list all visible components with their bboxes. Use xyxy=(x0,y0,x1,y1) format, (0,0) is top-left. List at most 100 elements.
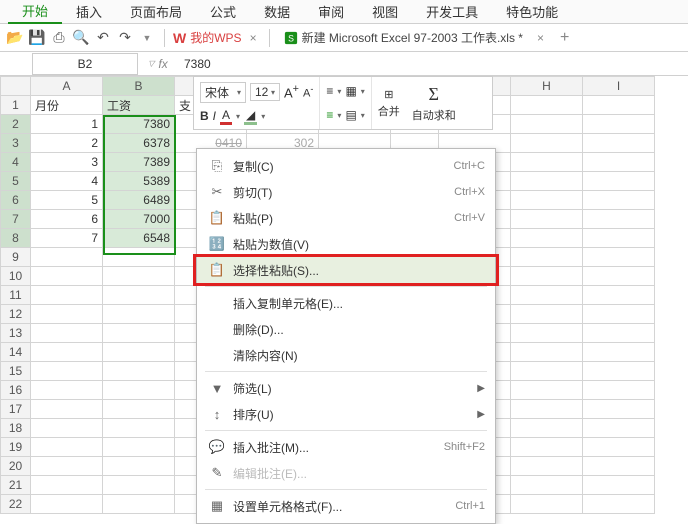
row-header-1[interactable]: 1 xyxy=(1,96,31,115)
cell[interactable] xyxy=(103,305,175,324)
cell[interactable] xyxy=(511,381,583,400)
menu-view[interactable]: 视图 xyxy=(358,0,412,24)
cell[interactable] xyxy=(583,381,655,400)
cell-I2[interactable] xyxy=(583,115,655,134)
cell[interactable] xyxy=(583,495,655,514)
decrease-font-icon[interactable]: A- xyxy=(303,84,313,100)
italic-button[interactable]: I xyxy=(213,109,216,123)
row-header-7[interactable]: 7 xyxy=(1,210,31,229)
cell-B7[interactable]: 7000 xyxy=(103,210,175,229)
open-icon[interactable]: 📂 xyxy=(6,29,24,47)
document-tab[interactable]: S 新建 Microsoft Excel 97-2003 工作表.xls * xyxy=(278,29,529,46)
row-header-12[interactable]: 12 xyxy=(1,305,31,324)
row-header-4[interactable]: 4 xyxy=(1,153,31,172)
cell[interactable] xyxy=(511,400,583,419)
cell-A6[interactable]: 5 xyxy=(31,191,103,210)
row-header-5[interactable]: 5 xyxy=(1,172,31,191)
cell[interactable] xyxy=(31,495,103,514)
cell[interactable] xyxy=(103,362,175,381)
row-header-20[interactable]: 20 xyxy=(1,457,31,476)
indent-icon[interactable]: ▤ xyxy=(345,108,356,122)
menu-insert[interactable]: 插入 xyxy=(62,0,116,24)
row-header-3[interactable]: 3 xyxy=(1,134,31,153)
preview-icon[interactable]: 🔍 xyxy=(72,29,90,47)
cell[interactable] xyxy=(103,457,175,476)
cell[interactable] xyxy=(103,286,175,305)
cell-A3[interactable]: 2 xyxy=(31,134,103,153)
context-item-6[interactable]: 插入复制单元格(E)... xyxy=(197,290,495,316)
cell[interactable] xyxy=(511,324,583,343)
cell[interactable] xyxy=(31,438,103,457)
menu-data[interactable]: 数据 xyxy=(250,0,304,24)
cell-A1[interactable]: 月份 xyxy=(31,96,103,115)
merge-button[interactable]: ⊞ 合并 xyxy=(372,77,406,129)
cell-B5[interactable]: 5389 xyxy=(103,172,175,191)
col-header-A[interactable]: A xyxy=(31,77,103,96)
menu-start[interactable]: 开始 xyxy=(8,0,62,24)
cell-B1[interactable]: 工资 xyxy=(103,96,175,115)
cell[interactable] xyxy=(511,343,583,362)
doc-close-icon[interactable]: × xyxy=(533,31,548,45)
cell[interactable] xyxy=(583,267,655,286)
save-icon[interactable]: 💾 xyxy=(28,29,46,47)
row-header-2[interactable]: 2 xyxy=(1,115,31,134)
row-header-16[interactable]: 16 xyxy=(1,381,31,400)
row-header-14[interactable]: 14 xyxy=(1,343,31,362)
cell[interactable] xyxy=(103,400,175,419)
cell[interactable] xyxy=(103,495,175,514)
cell[interactable] xyxy=(103,343,175,362)
context-item-2[interactable]: 📋粘贴(P)Ctrl+V xyxy=(197,205,495,231)
row-header-15[interactable]: 15 xyxy=(1,362,31,381)
menu-features[interactable]: 特色功能 xyxy=(492,0,572,24)
cell-H5[interactable] xyxy=(511,172,583,191)
align-icon[interactable]: ≡ xyxy=(326,84,333,98)
menu-review[interactable]: 审阅 xyxy=(304,0,358,24)
cell[interactable] xyxy=(103,381,175,400)
row-header-17[interactable]: 17 xyxy=(1,400,31,419)
cell[interactable] xyxy=(31,286,103,305)
cell-B8[interactable]: 6548 xyxy=(103,229,175,248)
row-header-22[interactable]: 22 xyxy=(1,495,31,514)
new-tab-icon[interactable]: + xyxy=(552,29,577,47)
cell-H1[interactable] xyxy=(511,96,583,115)
cell[interactable] xyxy=(511,476,583,495)
context-item-7[interactable]: 删除(D)... xyxy=(197,316,495,342)
cell[interactable] xyxy=(31,324,103,343)
formula-value[interactable]: 7380 xyxy=(178,57,688,71)
row-header-6[interactable]: 6 xyxy=(1,191,31,210)
cell-H4[interactable] xyxy=(511,153,583,172)
dropdown-icon[interactable]: ▼ xyxy=(138,29,156,47)
cell[interactable] xyxy=(583,305,655,324)
row-header-13[interactable]: 13 xyxy=(1,324,31,343)
name-box[interactable]: B2 xyxy=(32,53,138,75)
cell[interactable] xyxy=(103,438,175,457)
cell-I4[interactable] xyxy=(583,153,655,172)
cell[interactable] xyxy=(511,267,583,286)
cell-H6[interactable] xyxy=(511,191,583,210)
cell[interactable] xyxy=(583,476,655,495)
context-item-10[interactable]: ▼筛选(L)▶ xyxy=(197,375,495,401)
col-header-H[interactable]: H xyxy=(511,77,583,96)
cell-B2[interactable]: 7380 xyxy=(103,115,175,134)
cell[interactable] xyxy=(31,476,103,495)
cell[interactable] xyxy=(31,267,103,286)
cell[interactable] xyxy=(511,362,583,381)
cell[interactable] xyxy=(583,438,655,457)
cell[interactable] xyxy=(31,381,103,400)
cell-I5[interactable] xyxy=(583,172,655,191)
context-item-0[interactable]: ⎘复制(C)Ctrl+C xyxy=(197,153,495,179)
cell[interactable] xyxy=(511,286,583,305)
cell[interactable] xyxy=(103,419,175,438)
cell-H7[interactable] xyxy=(511,210,583,229)
cell[interactable] xyxy=(583,362,655,381)
context-item-3[interactable]: 🔢粘贴为数值(V) xyxy=(197,231,495,257)
cell[interactable] xyxy=(31,400,103,419)
undo-icon[interactable]: ↶ xyxy=(94,29,112,47)
cell[interactable] xyxy=(103,267,175,286)
select-all-corner[interactable] xyxy=(1,77,31,96)
cell-I7[interactable] xyxy=(583,210,655,229)
context-item-1[interactable]: ✂剪切(T)Ctrl+X xyxy=(197,179,495,205)
fx-button[interactable]: ▽ fx xyxy=(138,57,178,71)
font-color-icon[interactable]: A xyxy=(220,108,232,125)
cell-B3[interactable]: 6378 xyxy=(103,134,175,153)
